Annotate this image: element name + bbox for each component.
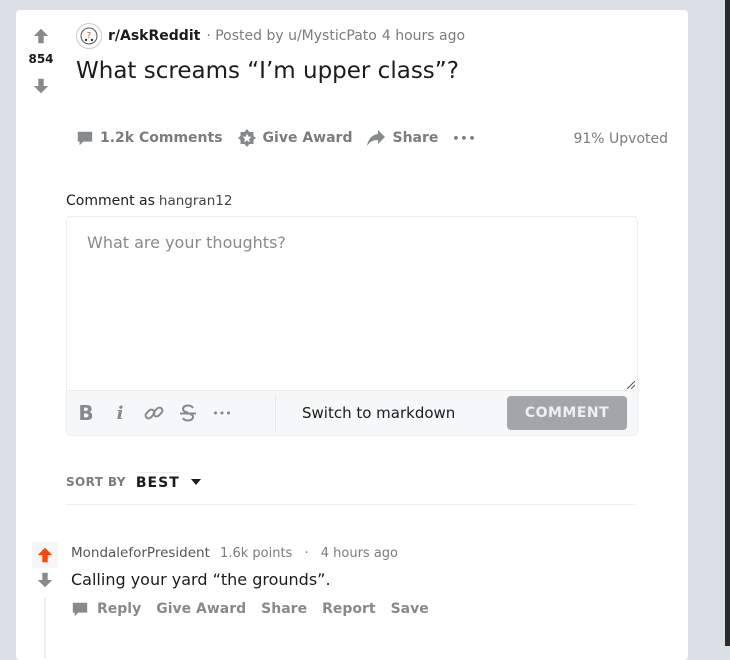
subreddit-icon[interactable]: ?: [76, 23, 102, 49]
reply-button[interactable]: Reply: [97, 601, 141, 617]
thread-line[interactable]: [44, 598, 46, 658]
more-formatting-button[interactable]: •••: [205, 396, 239, 430]
sort-dropdown[interactable]: SORT BY BEST: [66, 472, 202, 491]
comment-as-username[interactable]: hangran12: [159, 193, 233, 209]
award-icon: [237, 129, 256, 147]
post-title: What screams “I’m upper class”?: [76, 58, 459, 84]
sort-value[interactable]: BEST: [135, 472, 180, 491]
more-label: •••: [452, 131, 477, 145]
strikethrough-icon: [180, 404, 196, 422]
strikethrough-button[interactable]: [171, 396, 205, 430]
italic-button[interactable]: i: [103, 396, 137, 430]
downvote-icon[interactable]: [36, 570, 54, 590]
posted-by[interactable]: · Posted by u/MysticPato: [206, 28, 377, 44]
subreddit-link[interactable]: r/AskReddit: [108, 28, 200, 44]
give-award-label: Give Award: [262, 130, 353, 146]
share-button[interactable]: Share: [366, 129, 438, 147]
comment-icon[interactable]: [71, 600, 89, 618]
comment-input[interactable]: What are your thoughts?: [87, 233, 286, 252]
comment-actions: Reply Give Award Share Report Save: [71, 600, 444, 618]
resize-handle-icon[interactable]: [627, 381, 635, 389]
upvote-icon: [37, 547, 53, 563]
comment-give-award-button[interactable]: Give Award: [156, 601, 246, 617]
comment-as-label: Comment as hangran12: [66, 193, 232, 209]
caret-down-icon[interactable]: [190, 478, 202, 486]
give-award-button[interactable]: Give Award: [237, 128, 353, 148]
post-card: 854 ? r/AskReddit · Posted by u/MysticPa…: [16, 10, 688, 660]
window-edge: [725, 0, 730, 646]
post-meta: ? r/AskReddit · Posted by u/MysticPato 4…: [76, 23, 465, 49]
comment-body: Calling your yard “the grounds”.: [71, 570, 331, 589]
post-vote-column: 854: [16, 10, 66, 130]
meta-separator: ·: [304, 546, 309, 561]
post-time[interactable]: 4 hours ago: [382, 28, 465, 44]
bold-button[interactable]: B: [69, 396, 103, 430]
svg-text:?: ?: [87, 31, 91, 40]
toolbar-divider: [275, 395, 276, 431]
sort-label: SORT BY: [66, 474, 126, 489]
report-button[interactable]: Report: [322, 601, 376, 617]
comment-time[interactable]: 4 hours ago: [321, 546, 398, 561]
downvote-icon[interactable]: [32, 76, 50, 96]
share-icon: [367, 130, 386, 146]
share-label: Share: [392, 130, 439, 146]
switch-to-markdown-button[interactable]: Switch to markdown: [302, 404, 455, 422]
comment-meta: MondaleforPresident 1.6k points · 4 hour…: [71, 545, 398, 561]
comment-author[interactable]: MondaleforPresident: [71, 545, 210, 561]
comment-upvote-button[interactable]: [32, 542, 58, 568]
link-button[interactable]: [137, 396, 171, 430]
post-actions: 1.2k Comments Give Award Share •••: [76, 128, 490, 148]
editor-toolbar: B i ••• Switch to markdown COMMENT: [67, 390, 637, 435]
upvote-icon[interactable]: [32, 26, 50, 46]
post-score: 854: [28, 52, 54, 66]
comment-share-button[interactable]: Share: [261, 601, 307, 617]
comment-icon: [77, 131, 93, 146]
more-options-button[interactable]: •••: [452, 132, 476, 145]
link-icon: [144, 406, 164, 420]
save-button[interactable]: Save: [391, 601, 429, 617]
comment-editor[interactable]: What are your thoughts? B i ••• Switch t…: [66, 216, 638, 436]
comment-as-text: Comment as: [66, 193, 155, 209]
comment-submit-button[interactable]: COMMENT: [507, 396, 627, 430]
comments-label: 1.2k Comments: [100, 130, 223, 146]
upvote-ratio: 91% Upvoted: [573, 131, 668, 147]
comment-points: 1.6k points: [220, 546, 293, 561]
comments-button[interactable]: 1.2k Comments: [76, 129, 223, 147]
sort-divider: [66, 504, 636, 505]
